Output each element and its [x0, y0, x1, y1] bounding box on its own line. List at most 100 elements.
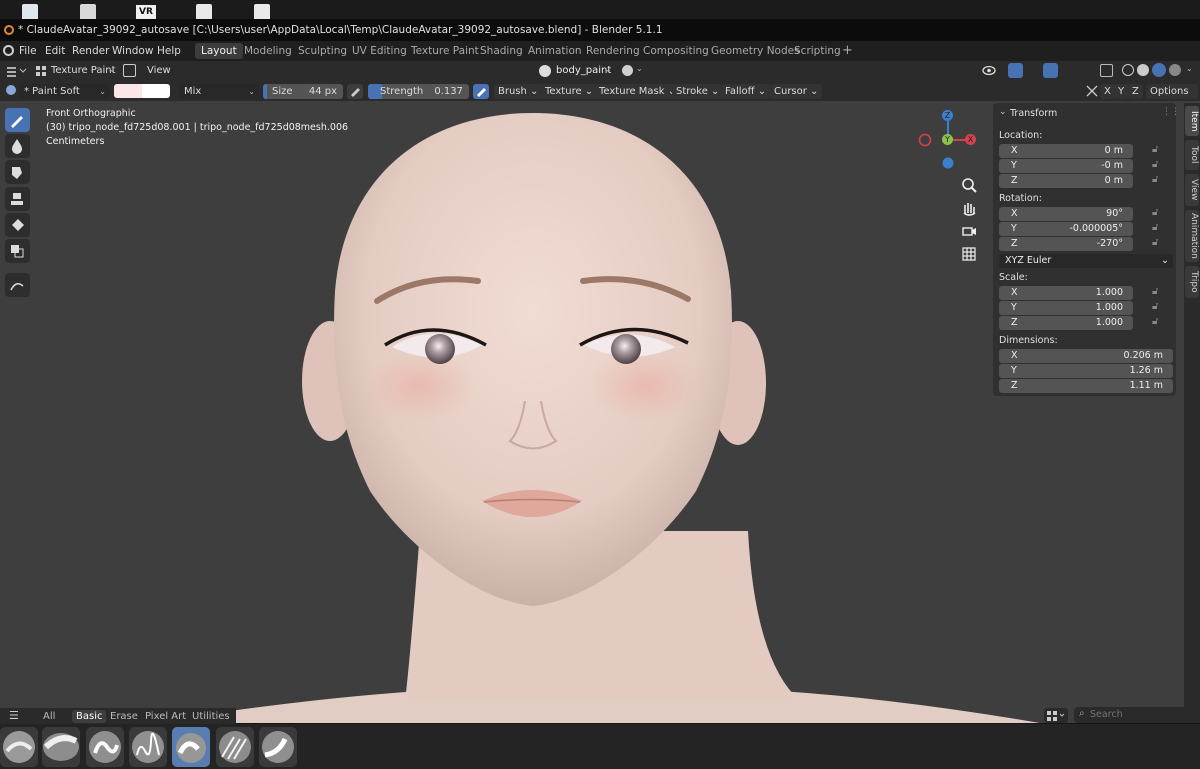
brush-thumbnail[interactable] — [129, 727, 167, 767]
menu-help[interactable]: Help — [157, 45, 181, 57]
zoom-icon[interactable] — [958, 174, 980, 196]
menu-window[interactable]: Window — [112, 45, 153, 57]
size-pressure-icon[interactable] — [347, 84, 363, 99]
brush-thumbnail[interactable] — [216, 727, 254, 767]
pan-hand-icon[interactable] — [958, 197, 980, 219]
tab-shading[interactable]: Shading — [474, 43, 529, 59]
shelf-tab-all[interactable]: All — [39, 710, 59, 723]
brush-selector[interactable]: * Paint Soft ⌄ — [19, 84, 110, 99]
mask-tool-button[interactable] — [5, 239, 30, 263]
fill-tool-button[interactable] — [5, 213, 30, 237]
tab-texture-paint[interactable]: Texture Paint — [405, 43, 485, 59]
chevron-down-icon[interactable]: ⌄ — [999, 107, 1007, 117]
strength-pressure-icon[interactable] — [473, 84, 489, 99]
slot-dot-icon[interactable] — [622, 65, 633, 76]
mirror-icon[interactable] — [1085, 84, 1099, 98]
brush-thumbnail[interactable] — [42, 727, 80, 767]
scale-y-field[interactable]: Y 1.000 — [999, 301, 1133, 315]
add-workspace-button[interactable]: + — [836, 43, 859, 59]
display-options-icon[interactable] — [1044, 708, 1068, 723]
blender-menu-icon[interactable] — [3, 45, 14, 56]
gizmo-x-axis[interactable]: X — [965, 134, 976, 145]
rotation-mode-dropdown[interactable]: XYZ Euler ⌄ — [999, 254, 1173, 268]
tab-animation-sidebar[interactable]: Animation — [1185, 210, 1199, 262]
tab-animation[interactable]: Animation — [522, 43, 588, 59]
lock-icon[interactable]: 🔓︎ — [1152, 207, 1162, 219]
rotation-y-field[interactable]: Y -0.000005° — [999, 222, 1133, 236]
lock-icon[interactable]: 🔓︎ — [1152, 174, 1162, 186]
desktop-icon[interactable] — [22, 4, 38, 19]
drag-handle-icon[interactable]: ⋮⋮ — [1162, 107, 1180, 117]
mode-dropdown[interactable]: Texture Paint ⌄ — [33, 63, 118, 79]
texture-mask-menu[interactable]: Texture Mask ⌄ — [595, 84, 681, 99]
material-dropdown[interactable]: body_paint ⌄ — [537, 63, 615, 79]
file-icon[interactable] — [254, 4, 270, 19]
blend-mode-dropdown[interactable]: Mix ⌄ — [179, 84, 259, 99]
tab-modeling[interactable]: Modeling — [238, 43, 298, 59]
tab-tool[interactable]: Tool — [1185, 140, 1199, 170]
tab-layout[interactable]: Layout — [195, 43, 243, 59]
desktop-icon[interactable] — [80, 4, 96, 19]
search-field[interactable] — [1090, 708, 1188, 721]
strength-field[interactable]: Strength 0.137 — [368, 84, 469, 99]
dimension-y-field[interactable]: Y 1.26 m — [999, 364, 1173, 378]
asset-search-input[interactable]: ⌕ — [1074, 707, 1194, 723]
brush-menu[interactable]: Brush ⌄ — [494, 84, 543, 99]
secondary-color-swatch[interactable] — [142, 84, 170, 98]
annotate-tool-button[interactable] — [5, 273, 30, 297]
scale-z-field[interactable]: Z 1.000 — [999, 316, 1133, 330]
falloff-menu[interactable]: Falloff ⌄ — [721, 84, 771, 99]
dimension-z-field[interactable]: Z 1.11 m — [999, 379, 1173, 393]
draw-tool-button[interactable] — [5, 108, 30, 132]
location-x-field[interactable]: X 0 m — [999, 144, 1133, 158]
wireframe-shading-icon[interactable] — [1122, 64, 1134, 76]
shelf-tab-basic[interactable]: Basic — [72, 710, 107, 723]
tab-tripo[interactable]: Tripo — [1185, 266, 1199, 298]
lock-icon[interactable]: 🔓︎ — [1152, 286, 1162, 298]
visibility-icon[interactable] — [982, 64, 996, 77]
brush-thumbnail[interactable] — [0, 727, 38, 767]
ortho-grid-icon[interactable] — [958, 243, 980, 265]
material-preview-icon[interactable] — [1152, 63, 1166, 77]
mirror-x-toggle[interactable]: X — [1100, 84, 1115, 99]
rotation-z-field[interactable]: Z -270° — [999, 237, 1133, 251]
rendered-shading-icon[interactable] — [1169, 64, 1181, 76]
lock-icon[interactable]: 🔓︎ — [1152, 144, 1162, 156]
gizmo-toggle-icon[interactable] — [1008, 63, 1023, 78]
solid-shading-icon[interactable] — [1137, 64, 1149, 76]
chevron-down-icon[interactable]: ⌄ — [636, 64, 643, 73]
transform-section-title[interactable]: Transform — [1010, 108, 1057, 119]
menu-render[interactable]: Render — [72, 45, 109, 57]
tab-uv-editing[interactable]: UV Editing — [346, 43, 413, 59]
lock-icon[interactable]: 🔓︎ — [1152, 301, 1162, 313]
stroke-menu[interactable]: Stroke ⌄ — [672, 84, 724, 99]
tab-sculpting[interactable]: Sculpting — [292, 43, 353, 59]
options-menu[interactable]: Options ⌄ — [1146, 84, 1198, 112]
lock-icon[interactable]: 🔓︎ — [1152, 159, 1162, 171]
menu-view[interactable]: View — [147, 65, 171, 76]
size-field[interactable]: Size 44 px — [263, 84, 343, 99]
shelf-tab-erase[interactable]: Erase — [106, 710, 142, 723]
smear-tool-button[interactable] — [5, 160, 30, 184]
tab-compositing[interactable]: Compositing — [637, 43, 715, 59]
gizmo-y-axis[interactable]: Y — [942, 134, 953, 145]
brush-thumbnail-active[interactable] — [172, 727, 210, 767]
file-icon[interactable] — [196, 4, 212, 19]
scale-x-field[interactable]: X 1.000 — [999, 286, 1133, 300]
tab-view[interactable]: View — [1185, 174, 1199, 206]
cursor-menu[interactable]: Cursor ⌄ — [770, 84, 823, 99]
primary-color-swatch[interactable] — [114, 84, 142, 98]
vr-icon[interactable]: VR — [136, 5, 156, 19]
shelf-tab-utilities[interactable]: Utilities — [188, 710, 234, 723]
brush-thumbnail[interactable] — [259, 727, 297, 767]
brush-thumbnail[interactable] — [86, 727, 124, 767]
xray-toggle-icon[interactable] — [1100, 64, 1113, 77]
location-y-field[interactable]: Y -0 m — [999, 159, 1133, 173]
menu-edit[interactable]: Edit — [45, 45, 65, 57]
overlay-toggle-icon[interactable] — [1043, 63, 1058, 78]
location-z-field[interactable]: Z 0 m — [999, 174, 1133, 188]
tab-rendering[interactable]: Rendering — [580, 43, 646, 59]
lock-icon[interactable]: 🔓︎ — [1152, 237, 1162, 249]
mirror-z-toggle[interactable]: Z — [1128, 84, 1143, 99]
clone-tool-button[interactable] — [5, 187, 30, 211]
